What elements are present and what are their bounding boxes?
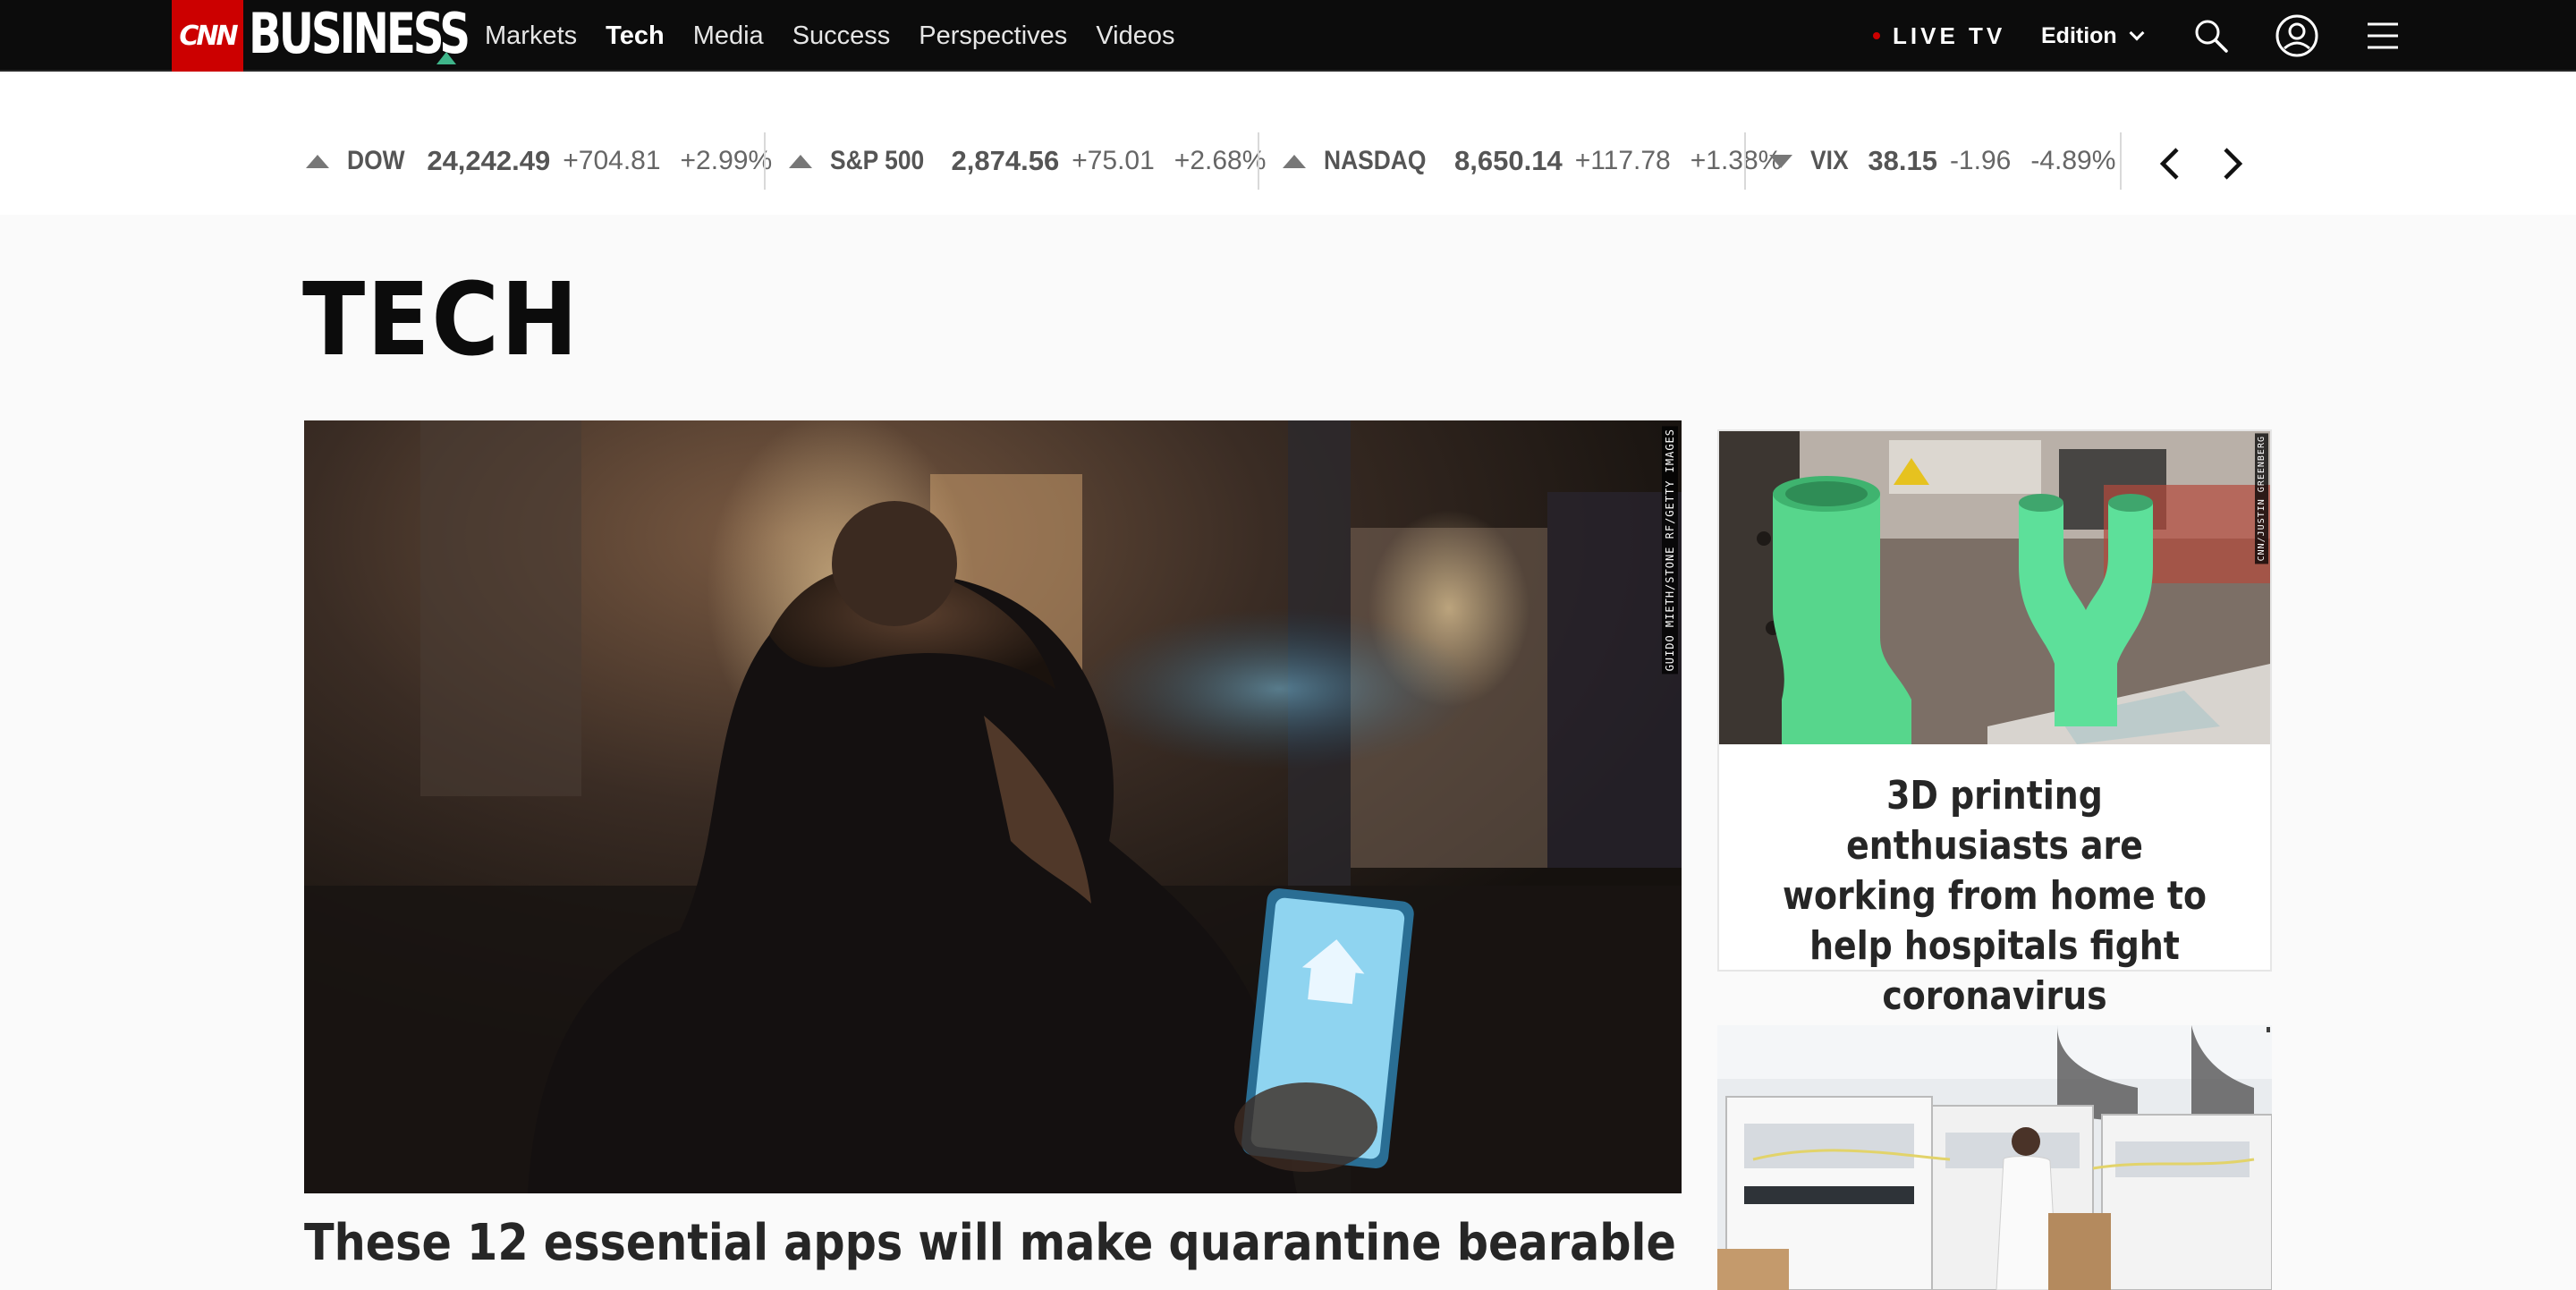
ticker-item-nasdaq[interactable]: NASDAQ 8,650.14 +117.78 +1.38%: [1283, 138, 1782, 184]
arrow-up-icon: [789, 154, 812, 168]
ticker-item-dow[interactable]: DOW 24,242.49 +704.81 +2.99%: [306, 138, 772, 184]
story-card-image: CNN/JUSTIN GREENBERG: [1719, 431, 2270, 744]
top-navigation: CNN BUSINESS Markets Tech Media Success …: [0, 0, 2576, 72]
ticker-prev-button[interactable]: [2150, 141, 2190, 186]
nav-link-perspectives[interactable]: Perspectives: [919, 21, 1067, 51]
chevron-left-icon: [2159, 148, 2179, 180]
story-card-image[interactable]: [1717, 1025, 2272, 1290]
search-icon[interactable]: [2190, 0, 2233, 72]
ticker-change: -1.96: [1949, 146, 2012, 175]
ticker-change: +117.78: [1574, 146, 1671, 175]
ticker-next-button[interactable]: [2213, 141, 2252, 186]
ticker-percent: +1.38%: [1690, 146, 1783, 175]
story-card-image-credit: [2267, 1027, 2270, 1032]
ticker-value: 8,650.14: [1454, 145, 1563, 176]
ticker-divider: [1258, 132, 1259, 190]
ticker-item-sp500[interactable]: S&P 500 2,874.56 +75.01 +2.68%: [789, 138, 1266, 184]
ticker-name: VIX: [1810, 146, 1849, 175]
story-card-headline[interactable]: 3D printing enthusiasts are working from…: [1773, 771, 2216, 1022]
ticker-value: 2,874.56: [951, 145, 1060, 176]
ticker-divider: [1744, 132, 1746, 190]
cnn-logo-text: CNN: [179, 20, 238, 52]
ticker-percent: +2.99%: [680, 146, 773, 175]
ticker-value: 38.15: [1868, 145, 1937, 176]
business-logo-triangle: [436, 52, 456, 64]
hero-headline[interactable]: These 12 essential apps will make quaran…: [304, 1209, 1676, 1277]
live-tv-button[interactable]: LIVE TV: [1873, 0, 2005, 72]
ticker-value: 24,242.49: [427, 145, 551, 176]
3d-print-photo: [1719, 431, 2270, 744]
cnn-logo[interactable]: CNN: [172, 0, 243, 72]
lab-printers-photo: [1717, 1025, 2272, 1290]
hero-image-credit: GUIDO MIETH/STONE RF/GETTY IMAGES: [1662, 426, 1678, 675]
ticker-percent: -4.89%: [2030, 146, 2116, 175]
ticker-divider: [764, 132, 766, 190]
ticker-name: NASDAQ: [1324, 146, 1427, 175]
chevron-right-icon: [2224, 148, 2243, 180]
chevron-down-icon: [2129, 25, 2145, 41]
ticker-name: S&P 500: [830, 146, 925, 175]
edition-label: Edition: [2041, 22, 2117, 48]
arrow-down-icon: [1769, 154, 1792, 168]
hero-photo: [304, 420, 1682, 1193]
nav-link-tech[interactable]: Tech: [606, 21, 665, 51]
nav-link-videos[interactable]: Videos: [1096, 21, 1174, 51]
ticker-name: DOW: [347, 146, 405, 175]
ticker-divider: [2120, 132, 2122, 190]
ticker-change: +75.01: [1072, 146, 1155, 175]
story-card[interactable]: CNN/JUSTIN GREENBERG 3D printing enthusi…: [1717, 429, 2272, 1019]
nav-link-success[interactable]: Success: [792, 21, 891, 51]
business-logo[interactable]: BUSINESS: [249, 2, 470, 66]
arrow-up-icon: [306, 154, 329, 168]
hero-image[interactable]: GUIDO MIETH/STONE RF/GETTY IMAGES: [304, 420, 1682, 1193]
live-tv-label: LIVE TV: [1893, 21, 2006, 49]
edition-dropdown[interactable]: Edition: [2041, 0, 2145, 72]
nav-link-media[interactable]: Media: [693, 21, 764, 51]
ticker-percent: +2.68%: [1174, 146, 1267, 175]
live-dot-icon: [1873, 32, 1880, 39]
nav-links: Markets Tech Media Success Perspectives …: [485, 0, 1203, 72]
section-title: TECH: [302, 262, 580, 378]
market-ticker: DOW 24,242.49 +704.81 +2.99% S&P 500 2,8…: [0, 73, 2576, 215]
menu-icon[interactable]: [2365, 0, 2401, 72]
arrow-up-icon: [1283, 154, 1306, 168]
nav-link-markets[interactable]: Markets: [485, 21, 577, 51]
ticker-item-vix[interactable]: VIX 38.15 -1.96 -4.89%: [1769, 138, 2115, 184]
account-icon[interactable]: [2274, 0, 2320, 72]
story-card-image-credit: CNN/JUSTIN GREENBERG: [2255, 433, 2268, 564]
ticker-change: +704.81: [563, 146, 661, 175]
